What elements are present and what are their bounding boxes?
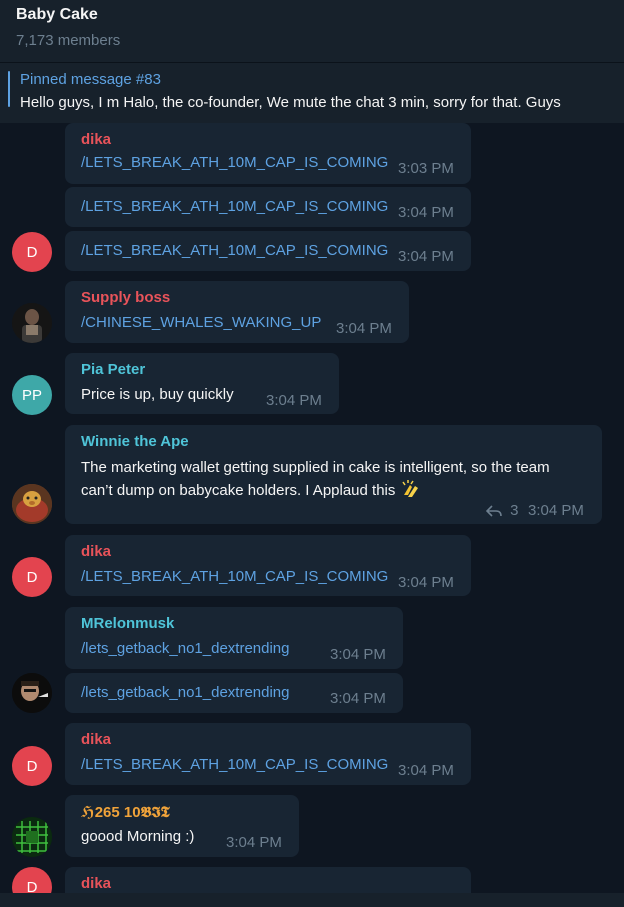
clapping-hands-icon (400, 479, 422, 506)
reply-count: 3 (510, 502, 519, 519)
user-photo-icon (12, 484, 52, 524)
sender-name[interactable]: ℌ265 10𝕭𝕴𝕿 (81, 803, 170, 821)
message-text: goood Morning :) (81, 828, 195, 845)
avatar[interactable]: D (12, 557, 52, 597)
sender-name[interactable]: dika (81, 875, 111, 892)
message-bubble[interactable]: Winnie the Ape The marketing wallet gett… (65, 425, 602, 524)
chat-header[interactable]: Baby Cake 7,173 members (0, 0, 624, 62)
message-bubble[interactable]: /LETS_BREAK_ATH_10M_CAP_IS_COMING 3:04 P… (65, 187, 471, 227)
bot-command-link[interactable]: /LETS_BREAK_ATH_10M_CAP_IS_COMING (81, 568, 388, 585)
message-time: 3:04 PM (528, 502, 584, 519)
user-photo-icon (12, 303, 52, 343)
message-bubble[interactable]: dika /LETS_BREAK_ATH_10M_CAP_IS_COMING 3… (65, 535, 471, 596)
message-bubble[interactable]: ℌ265 10𝕭𝕴𝕿 goood Morning :) 3:04 PM (65, 795, 299, 857)
sender-name[interactable]: Supply boss (81, 289, 170, 306)
message-time: 3:04 PM (398, 248, 454, 265)
message-time: 3:03 PM (398, 160, 454, 177)
avatar[interactable] (12, 817, 52, 857)
bot-command-link[interactable]: /CHINESE_WHALES_WAKING_UP (81, 314, 321, 331)
message-body: The marketing wallet getting supplied in… (81, 459, 550, 499)
message-text: Price is up, buy quickly (81, 386, 234, 403)
avatar[interactable] (12, 673, 52, 713)
sender-name[interactable]: Pia Peter (81, 361, 145, 378)
sender-name[interactable]: dika (81, 131, 111, 148)
composer-edge (0, 893, 624, 907)
bot-command-link[interactable]: /lets_getback_no1_dextrending (81, 684, 290, 701)
message-bubble[interactable]: /LETS_BREAK_ATH_10M_CAP_IS_COMING 3:04 P… (65, 231, 471, 271)
sender-name[interactable]: Winnie the Ape (81, 433, 189, 450)
bot-command-link[interactable]: /lets_getback_no1_dextrending (81, 640, 290, 657)
pinned-message-label: Pinned message #83 (20, 71, 161, 88)
chat-title[interactable]: Baby Cake (16, 6, 98, 24)
sender-name[interactable]: dika (81, 543, 111, 560)
message-time: 3:04 PM (226, 834, 282, 851)
user-photo-icon (12, 673, 52, 713)
message-bubble[interactable]: Supply boss /CHINESE_WHALES_WAKING_UP 3:… (65, 281, 409, 343)
bot-command-link[interactable]: /LETS_BREAK_ATH_10M_CAP_IS_COMING (81, 154, 388, 171)
message-time: 3:04 PM (336, 320, 392, 337)
pinned-message-bar[interactable]: Pinned message #83 Hello guys, I m Halo,… (0, 62, 624, 123)
message-time: 3:04 PM (330, 646, 386, 663)
message-time: 3:04 PM (266, 392, 322, 409)
bot-command-link[interactable]: /LETS_BREAK_ATH_10M_CAP_IS_COMING (81, 242, 388, 259)
avatar[interactable]: D (12, 232, 52, 272)
pinned-indicator (8, 71, 10, 107)
avatar[interactable]: D (12, 746, 52, 786)
user-photo-icon (12, 817, 52, 857)
bot-command-link[interactable]: /LETS_BREAK_ATH_10M_CAP_IS_COMING (81, 756, 388, 773)
avatar[interactable] (12, 484, 52, 524)
pinned-message-text: Hello guys, I m Halo, the co-founder, We… (20, 94, 561, 111)
reply-arrow-icon (486, 505, 502, 517)
message-bubble[interactable]: dika /LETS_BREAK_ATH_10M_CAP_IS_COMING 3… (65, 123, 471, 184)
avatar[interactable]: PP (12, 375, 52, 415)
reply-info[interactable]: 3 (486, 502, 519, 519)
message-bubble[interactable]: MRelonmusk /lets_getback_no1_dextrending… (65, 607, 403, 669)
sender-name[interactable]: MRelonmusk (81, 615, 174, 632)
avatar[interactable] (12, 303, 52, 343)
sender-name[interactable]: dika (81, 731, 111, 748)
message-time: 3:04 PM (330, 690, 386, 707)
message-bubble[interactable]: Pia Peter Price is up, buy quickly 3:04 … (65, 353, 339, 414)
message-time: 3:04 PM (398, 574, 454, 591)
message-bubble[interactable]: dika /LETS_BREAK_ATH_10M_CAP_IS_COMING 3… (65, 723, 471, 785)
member-count: 7,173 members (16, 32, 121, 49)
message-time: 3:04 PM (398, 762, 454, 779)
message-text: The marketing wallet getting supplied in… (81, 457, 581, 506)
message-time: 3:04 PM (398, 204, 454, 221)
bot-command-link[interactable]: /LETS_BREAK_ATH_10M_CAP_IS_COMING (81, 198, 388, 215)
message-bubble[interactable]: /lets_getback_no1_dextrending 3:04 PM (65, 673, 403, 713)
